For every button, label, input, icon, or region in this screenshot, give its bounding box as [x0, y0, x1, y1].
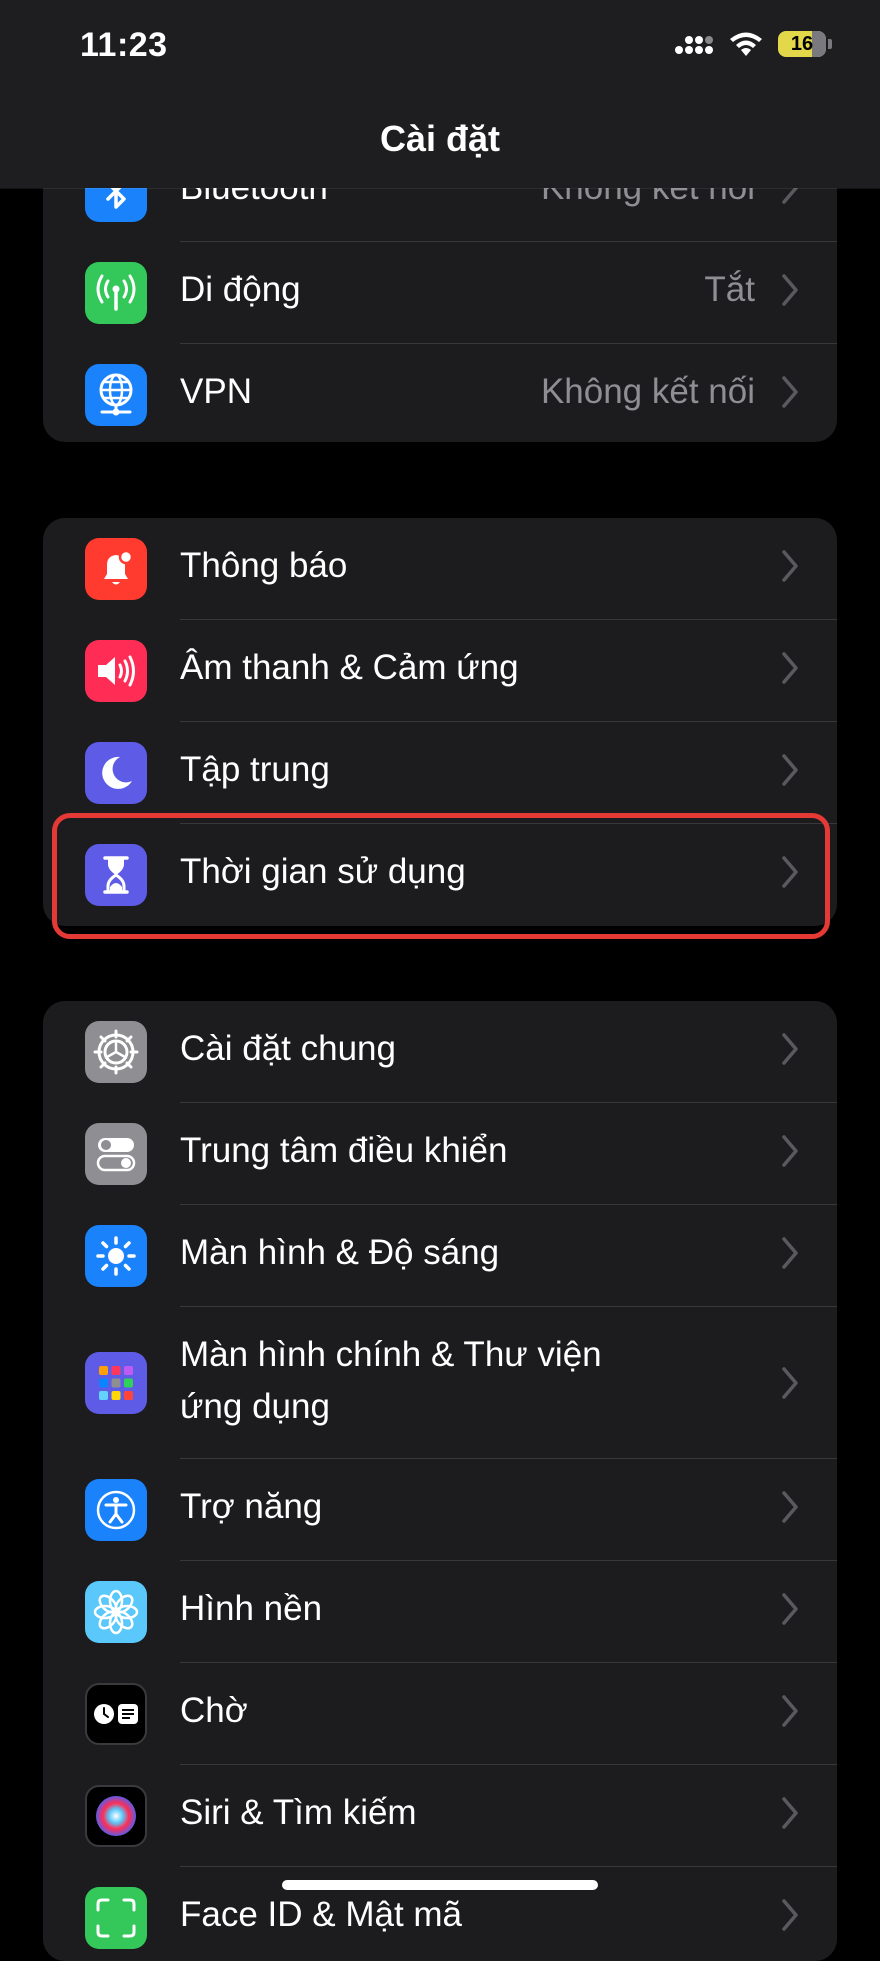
chevron-right-icon — [782, 1695, 798, 1727]
chevron-right-icon — [782, 1593, 798, 1625]
chevron-right-icon — [782, 652, 798, 684]
chevron-right-icon — [782, 550, 798, 582]
settings-row-label-line2: ứng dụng — [180, 1387, 330, 1426]
moon-icon — [85, 742, 147, 804]
vpn-globe-icon — [85, 364, 147, 426]
settings-row-label: Siri & Tìm kiếm — [180, 1793, 417, 1832]
settings-row-display-brightness[interactable]: Màn hình & Độ sáng — [43, 1205, 837, 1307]
settings-row-focus[interactable]: Tập trung — [43, 722, 837, 824]
settings-row-general[interactable]: Cài đặt chung — [43, 1001, 837, 1103]
chevron-right-icon — [782, 376, 798, 408]
chevron-right-icon — [782, 1367, 798, 1399]
chevron-right-icon — [782, 274, 798, 306]
sun-icon — [85, 1225, 147, 1287]
settings-row-label: Trung tâm điều khiển — [180, 1131, 508, 1170]
gear-icon — [85, 1021, 147, 1083]
wifi-icon — [730, 32, 762, 56]
settings-row-label: Di động — [180, 270, 301, 309]
standby-icon — [85, 1683, 147, 1745]
siri-icon — [85, 1785, 147, 1847]
settings-row-label: Thông báo — [180, 546, 348, 585]
cellular-antenna-icon — [85, 262, 147, 324]
settings-row-label: Cài đặt chung — [180, 1029, 396, 1068]
page-title: Cài đặt — [379, 118, 501, 159]
speaker-icon — [85, 640, 147, 702]
chevron-right-icon — [782, 1135, 798, 1167]
chevron-right-icon — [782, 754, 798, 786]
status-icons: 16 — [674, 30, 832, 58]
settings-row-standby[interactable]: Chờ — [43, 1663, 837, 1765]
face-id-icon — [85, 1887, 147, 1949]
settings-row-label: Face ID & Mật mã — [180, 1895, 463, 1934]
settings-row-wallpaper[interactable]: Hình nền — [43, 1561, 837, 1663]
settings-row-label: Chờ — [180, 1691, 248, 1730]
settings-row-notifications[interactable]: Thông báo — [43, 518, 837, 620]
settings-row-control-center[interactable]: Trung tâm điều khiển — [43, 1103, 837, 1205]
chevron-right-icon — [782, 1491, 798, 1523]
home-indicator[interactable] — [282, 1880, 598, 1890]
settings-row-label: Hình nền — [180, 1589, 323, 1628]
settings-row-label: VPN — [180, 372, 252, 411]
chevron-right-icon — [782, 1237, 798, 1269]
chevron-right-icon — [782, 1797, 798, 1829]
highlight-annotation — [52, 813, 830, 939]
toggles-icon — [85, 1123, 147, 1185]
flower-icon — [85, 1581, 147, 1643]
settings-row-label: Âm thanh & Cảm ứng — [180, 648, 519, 687]
chevron-right-icon — [782, 1033, 798, 1065]
settings-row-siri-search[interactable]: Siri & Tìm kiếm — [43, 1765, 837, 1867]
settings-row-vpn[interactable]: VPN Không kết nối — [43, 344, 837, 442]
navigation-header: 11:23 16 Cài đặt — [0, 0, 880, 188]
chevron-right-icon — [782, 1899, 798, 1931]
accessibility-icon — [85, 1479, 147, 1541]
settings-row-label: Trợ năng — [180, 1487, 323, 1526]
cellular-signal-icon — [675, 36, 713, 54]
status-time: 11:23 — [80, 26, 168, 64]
settings-row-label: Màn hình chính & Thư viện — [180, 1335, 602, 1374]
settings-row-label: Tập trung — [180, 750, 330, 789]
app-grid-icon — [85, 1352, 147, 1414]
settings-row-accessibility[interactable]: Trợ năng — [43, 1459, 837, 1561]
settings-row-sounds-haptics[interactable]: Âm thanh & Cảm ứng — [43, 620, 837, 722]
settings-row-home-screen-app-library[interactable]: Màn hình chính & Thư viện ứng dụng — [43, 1307, 837, 1459]
general-settings-group: Cài đặt chung Trung tâm điều khiển Màn h… — [43, 1001, 837, 1961]
battery-icon: 16 — [778, 31, 832, 57]
settings-row-label: Màn hình & Độ sáng — [180, 1233, 500, 1272]
settings-row-cellular[interactable]: Di động Tắt — [43, 242, 837, 344]
settings-row-value: Không kết nối — [540, 372, 755, 411]
settings-row-value: Tắt — [704, 270, 755, 309]
battery-level: 16 — [790, 32, 814, 55]
bell-icon — [85, 538, 147, 600]
